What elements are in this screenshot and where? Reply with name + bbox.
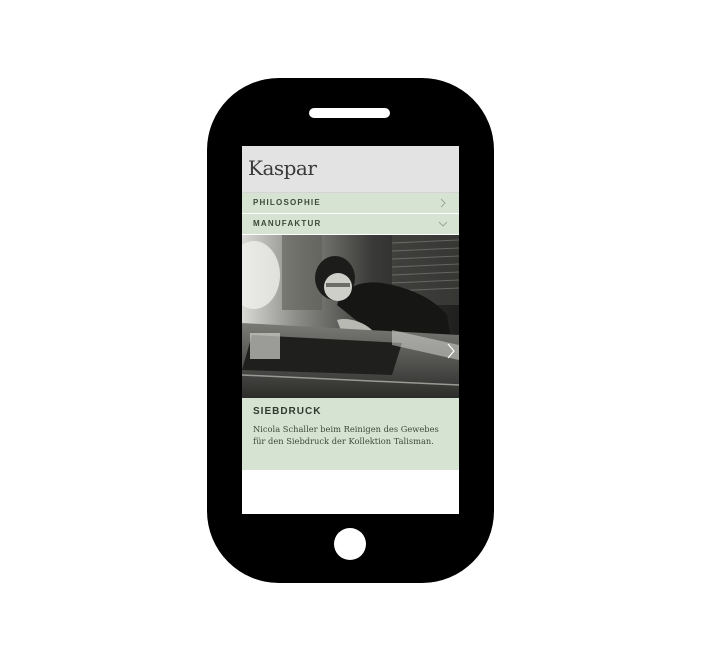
phone-frame: Kaspar PHILOSOPHIE MANUFAKTUR SIEBDRUCK … [207, 78, 494, 583]
slide-caption-text: Nicola Schaller beim Reinigen des Gewebe… [253, 424, 439, 446]
nav-item-label: PHILOSOPHIE [253, 198, 321, 207]
site-logo[interactable]: Kaspar [248, 156, 317, 180]
chevron-right-icon [438, 196, 448, 210]
home-button[interactable] [334, 528, 366, 560]
phone-screen: Kaspar PHILOSOPHIE MANUFAKTUR SIEBDRUCK … [242, 146, 459, 514]
nav-item-manufaktur[interactable]: MANUFAKTUR [242, 214, 459, 235]
chevron-right-icon[interactable] [445, 341, 457, 361]
nav-item-label: MANUFAKTUR [253, 219, 322, 228]
screen-blank-area [242, 470, 459, 514]
phone-speaker [309, 108, 390, 118]
slide-caption: SIEBDRUCK Nicola Schaller beim Reinigen … [242, 398, 459, 470]
site-header: Kaspar [242, 146, 459, 193]
slide-title: SIEBDRUCK [253, 406, 322, 417]
nav-item-philosophie[interactable]: PHILOSOPHIE [242, 193, 459, 214]
page-stage: Kaspar PHILOSOPHIE MANUFAKTUR SIEBDRUCK … [0, 0, 702, 657]
screen-printing-photo [242, 235, 459, 398]
chevron-down-icon [438, 217, 448, 231]
